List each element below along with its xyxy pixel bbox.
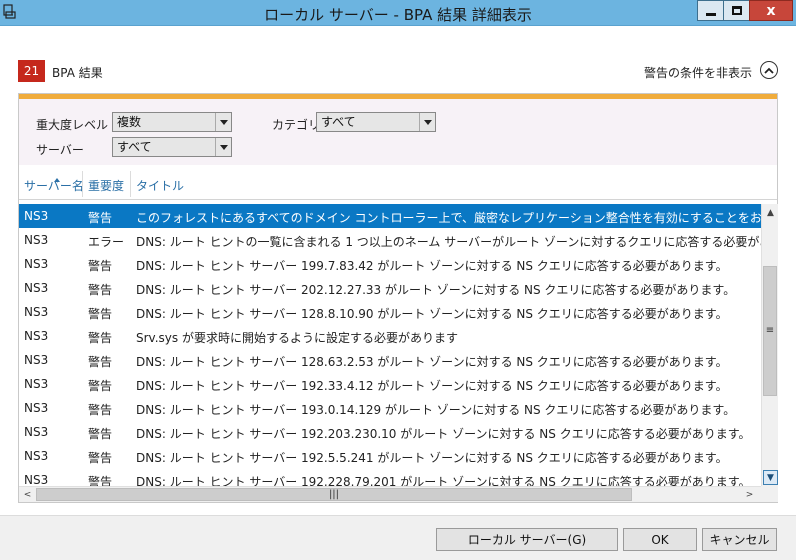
row-severity: 警告 — [88, 331, 113, 345]
row-severity: エラー — [88, 235, 125, 249]
row-server: NS3 — [24, 377, 49, 391]
row-severity: 警告 — [88, 355, 113, 369]
row-title: Srv.sys が要求時に開始するように設定する必要があります — [136, 331, 458, 345]
row-title: DNS: ルート ヒント サーバー 192.228.79.201 がルート ゾー… — [136, 475, 751, 486]
dialog-footer: ローカル サーバー(G) OK キャンセル — [0, 516, 796, 560]
ok-button[interactable]: OK — [623, 528, 697, 551]
scrollbar-corner — [761, 486, 778, 502]
row-title: DNS: ルート ヒント サーバー 193.0.14.129 がルート ゾーンに… — [136, 403, 736, 417]
chevron-down-icon[interactable] — [419, 113, 435, 131]
column-divider[interactable] — [130, 171, 131, 197]
grip-icon: ||| — [328, 488, 340, 500]
row-severity: 警告 — [88, 427, 113, 441]
table-row[interactable]: NS3 警告 DNS: ルート ヒント サーバー 192.203.230.10 がル… — [19, 420, 761, 444]
hide-criteria-label[interactable]: 警告の条件を非表示 — [644, 64, 752, 81]
row-server: NS3 — [24, 473, 49, 486]
table-row[interactable]: NS3 警告 DNS: ルート ヒント サーバー 128.8.10.90 がルート … — [19, 300, 761, 324]
chevron-down-icon[interactable] — [215, 138, 231, 156]
horizontal-scrollbar[interactable]: < ||| > — [19, 486, 761, 502]
column-header-severity[interactable]: 重要度 — [88, 177, 124, 194]
category-filter-combo[interactable]: すべて — [316, 112, 436, 132]
row-severity: 警告 — [88, 283, 113, 297]
severity-filter-label: 重大度レベル — [36, 118, 109, 132]
row-server: NS3 — [24, 233, 49, 247]
row-severity: 警告 — [88, 475, 113, 486]
row-server: NS3 — [24, 329, 49, 343]
horizontal-scroll-thumb[interactable]: ||| — [36, 488, 632, 501]
row-severity: 警告 — [88, 379, 113, 393]
row-severity: 警告 — [88, 307, 113, 321]
table-row[interactable]: NS3 警告 DNS: ルート ヒント サーバー 202.12.27.33 がルート… — [19, 276, 761, 300]
server-filter-value: すべて — [117, 140, 152, 154]
vertical-scroll-thumb[interactable]: ≡ — [763, 266, 777, 396]
row-server: NS3 — [24, 257, 49, 271]
row-title: DNS: ルート ヒント サーバー 199.7.83.42 がルート ゾーンに対… — [136, 259, 728, 273]
row-server: NS3 — [24, 449, 49, 463]
table-row[interactable]: NS3 警告 このフォレストにあるすべてのドメイン コントローラー上で、厳密なレプリ… — [19, 204, 761, 228]
cancel-button[interactable]: キャンセル — [702, 528, 777, 551]
severity-filter-value: 複数 — [117, 115, 142, 129]
row-severity: 警告 — [88, 451, 113, 465]
window-title: ローカル サーバー - BPA 結果 詳細表示 — [264, 6, 532, 24]
chevron-down-icon[interactable] — [215, 113, 231, 131]
table-row[interactable]: NS3 警告 DNS: ルート ヒント サーバー 192.228.79.201 がル… — [19, 468, 761, 486]
column-header-title[interactable]: タイトル — [136, 177, 184, 194]
row-server: NS3 — [24, 353, 49, 367]
table-row[interactable]: NS3 警告 DNS: ルート ヒント サーバー 192.5.5.241 がルート … — [19, 444, 761, 468]
restore-icon — [731, 6, 742, 15]
table-row[interactable]: NS3 エラー DNS: ルート ヒントの一覧に含まれる 1 つ以上のネーム サーバ… — [19, 228, 761, 252]
scroll-right-icon[interactable]: > — [742, 487, 757, 502]
vertical-scrollbar[interactable]: ▲ ≡ ▼ — [761, 204, 778, 486]
row-title: DNS: ルート ヒント サーバー 192.33.4.12 がルート ゾーンに対… — [136, 379, 728, 393]
severity-filter-combo[interactable]: 複数 — [112, 112, 232, 132]
column-divider[interactable] — [82, 171, 83, 197]
minimize-button[interactable] — [697, 0, 724, 21]
table-row[interactable]: NS3 警告 DNS: ルート ヒント サーバー 192.33.4.12 がルート … — [19, 372, 761, 396]
row-title: このフォレストにあるすべてのドメイン コントローラー上で、厳密なレプリケーション… — [136, 211, 761, 225]
table-row[interactable]: NS3 警告 DNS: ルート ヒント サーバー 199.7.83.42 がルート … — [19, 252, 761, 276]
table-row[interactable]: NS3 警告 Srv.sys が要求時に開始するように設定する必要があります — [19, 324, 761, 348]
scroll-left-icon[interactable]: < — [20, 487, 35, 502]
scroll-up-icon[interactable]: ▲ — [763, 205, 778, 220]
category-filter-label: カテゴリ — [272, 118, 321, 132]
table-row[interactable]: NS3 警告 DNS: ルート ヒント サーバー 193.0.14.129 がルート… — [19, 396, 761, 420]
row-title: DNS: ルート ヒントの一覧に含まれる 1 つ以上のネーム サーバーがルート … — [136, 235, 761, 249]
results-list: NS3 警告 このフォレストにあるすべてのドメイン コントローラー上で、厳密なレプリ… — [19, 204, 761, 486]
row-title: DNS: ルート ヒント サーバー 128.63.2.53 がルート ゾーンに対… — [136, 355, 728, 369]
grip-icon: ≡ — [765, 325, 775, 336]
collapse-criteria-button[interactable] — [760, 61, 778, 79]
column-headers: サーバー名 重要度 タイトル — [19, 167, 777, 200]
row-server: NS3 — [24, 401, 49, 415]
local-server-button[interactable]: ローカル サーバー(G) — [436, 528, 618, 551]
row-title: DNS: ルート ヒント サーバー 192.5.5.241 がルート ゾーンに対… — [136, 451, 728, 465]
title-bar: ローカル サーバー - BPA 結果 詳細表示 x — [0, 0, 796, 26]
row-severity: 警告 — [88, 211, 113, 225]
results-panel: 重大度レベル 複数 カテゴリ すべて サーバー すべて サーバー名 重要度 タイ… — [18, 93, 778, 503]
minimize-icon — [705, 13, 716, 16]
close-button[interactable]: x — [749, 0, 793, 21]
row-title: DNS: ルート ヒント サーバー 202.12.27.33 がルート ゾーンに… — [136, 283, 736, 297]
row-title: DNS: ルート ヒント サーバー 192.203.230.10 がルート ゾー… — [136, 427, 751, 441]
row-title: DNS: ルート ヒント サーバー 128.8.10.90 がルート ゾーンに対… — [136, 307, 728, 321]
server-filter-combo[interactable]: すべて — [112, 137, 232, 157]
table-row[interactable]: NS3 警告 DNS: ルート ヒント サーバー 128.63.2.53 がルート … — [19, 348, 761, 372]
row-server: NS3 — [24, 209, 49, 223]
close-icon: x — [766, 2, 776, 19]
section-title: BPA 結果 — [52, 66, 103, 80]
results-count-badge: 21 — [18, 60, 45, 82]
sort-ascending-icon — [54, 178, 60, 182]
maximize-button[interactable] — [723, 0, 750, 21]
filter-area: 重大度レベル 複数 カテゴリ すべて サーバー すべて — [19, 99, 777, 165]
row-server: NS3 — [24, 305, 49, 319]
row-server: NS3 — [24, 425, 49, 439]
chevron-up-icon — [764, 67, 774, 74]
row-severity: 警告 — [88, 259, 113, 273]
column-header-server[interactable]: サーバー名 — [24, 177, 84, 194]
row-severity: 警告 — [88, 403, 113, 417]
category-filter-value: すべて — [321, 115, 356, 129]
scroll-down-icon[interactable]: ▼ — [763, 470, 778, 485]
server-filter-label: サーバー — [36, 143, 84, 157]
row-server: NS3 — [24, 281, 49, 295]
